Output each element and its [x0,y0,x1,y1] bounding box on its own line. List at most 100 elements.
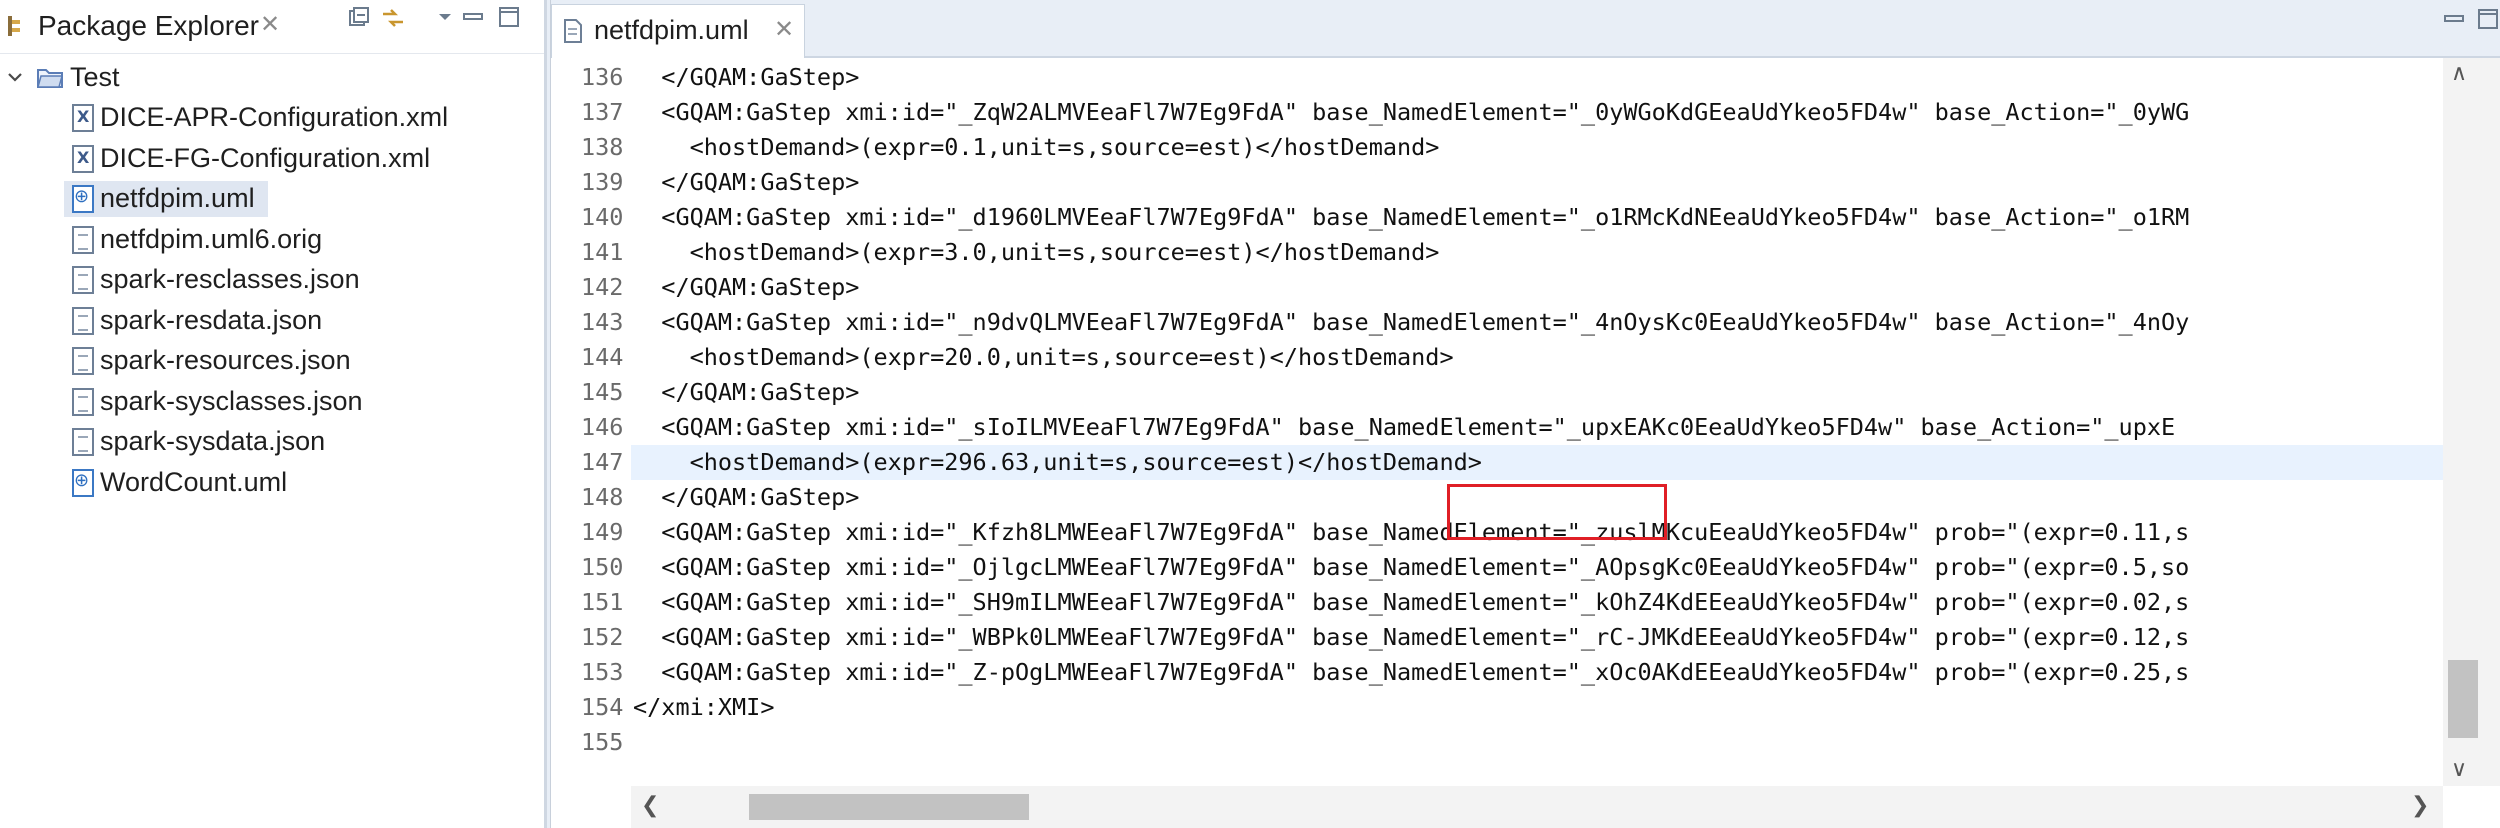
tree-item-file[interactable]: WordCount.uml [0,463,544,503]
line-number: 138 [581,133,624,161]
line-number: 150 [581,553,624,581]
code-line: 144 <hostDemand>(expr=20.0,unit=s,source… [551,340,2451,375]
text-file-icon [72,306,94,335]
package-explorer-tab-title[interactable]: Package Explorer [38,10,259,42]
tree-item-label: spark-sysdata.json [100,426,326,456]
code-line: 150 <GQAM:GaStep xmi:id="_OjlgcLMWEeaFl7… [551,550,2451,585]
code-line: 142 </GQAM:GaStep> [551,270,2451,305]
tree-item-file[interactable]: spark-resources.json [0,341,544,381]
line-number: 149 [581,518,624,546]
tree-item-file[interactable]: spark-sysdata.json [0,422,544,462]
line-number: 153 [581,658,624,686]
package-explorer-panel: Package Explorer ✕ Test X DICE-APR-Confi… [0,0,547,828]
scroll-left-arrow-icon[interactable]: ❮ [641,792,659,818]
code-line: 146 <GQAM:GaStep xmi:id="_sIoILMVEeaFl7W… [551,410,2451,445]
code-line: 154 </xmi:XMI> [551,690,2451,725]
code-line-text: </GQAM:GaStep> [633,378,860,406]
tree-item-file[interactable]: spark-resclasses.json [0,260,544,300]
line-number: 151 [581,588,624,616]
code-line: 151 <GQAM:GaStep xmi:id="_SH9mILMWEeaFl7… [551,585,2451,620]
minimize-icon[interactable] [2443,8,2465,36]
chevron-down-icon[interactable] [6,68,24,91]
xml-file-icon [72,144,94,173]
scroll-down-arrow-icon[interactable]: ∨ [2451,756,2467,782]
code-line: 152 <GQAM:GaStep xmi:id="_WBPk0LMWEeaFl7… [551,620,2451,655]
project-folder-icon [36,64,64,95]
file-icon [564,19,582,48]
tree-item-file[interactable]: DICE-APR-Configuration.xml [0,98,544,138]
tree-item-label: spark-resdata.json [100,304,323,335]
tree-item-file[interactable]: netfdpim.uml6.orig [0,220,544,260]
code-line: 147 <hostDemand>(expr=296.63,unit=s,sour… [581,445,2451,480]
tree-item-label: DICE-APR-Configuration.xml [100,102,449,132]
tree-item-file[interactable]: spark-resdata.json [0,301,544,341]
code-line-text: </GQAM:GaStep> [633,63,860,91]
tree-item-label: spark-resources.json [100,345,351,375]
code-line-text: <GQAM:GaStep xmi:id="_n9dvQLMVEeaFl7W7Eg… [633,308,2190,336]
editor-tabbar: netfdpim.uml ✕ [551,0,2500,58]
minimize-icon[interactable] [458,6,488,36]
code-line-text: </GQAM:GaStep> [633,483,860,511]
tree-item-label: WordCount.uml [100,466,288,497]
ide-window: Package Explorer ✕ Test X DICE-APR-Confi… [0,0,2500,828]
line-number: 146 [581,413,624,441]
code-line-text: <GQAM:GaStep xmi:id="_sIoILMVEeaFl7W7Eg9… [633,413,2176,441]
tree-item-file[interactable]: spark-sysclasses.json [0,382,544,422]
line-number: 144 [581,343,624,371]
tree-item-label: DICE-FG-Configuration.xml [100,142,431,173]
code-line-text: <GQAM:GaStep xmi:id="_ZqW2ALMVEeaFl7W7Eg… [633,98,2190,126]
line-number: 148 [581,483,624,511]
vertical-scrollbar-thumb[interactable] [2448,660,2478,738]
tree-item-label: Test [70,62,120,92]
tree-item-label: netfdpim.uml6.orig [100,223,323,254]
tree-item-label: spark-sysclasses.json [100,385,363,416]
code-line-text: <hostDemand>(expr=296.63,unit=s,source=e… [633,448,1482,476]
code-line: 136 </GQAM:GaStep> [551,60,2451,95]
tree-item-label: spark-resclasses.json [100,264,360,294]
horizontal-scrollbar-thumb[interactable] [749,794,1029,820]
line-number: 155 [581,728,624,756]
code-line-text: <GQAM:GaStep xmi:id="_Kfzh8LMWEeaFl7W7Eg… [633,518,2190,546]
line-number: 136 [581,63,624,91]
line-number: 147 [581,448,624,476]
code-line-text: </xmi:XMI> [633,693,775,721]
code-area[interactable]: 136 </GQAM:GaStep> 137 <GQAM:GaStep xmi:i… [551,58,2451,786]
package-explorer-icon [6,14,22,38]
code-line: 140 <GQAM:GaStep xmi:id="_d1960LMVEeaFl7… [551,200,2451,235]
collapse-all-icon[interactable] [344,6,374,36]
text-file-icon [72,347,94,375]
scroll-up-arrow-icon[interactable]: ∧ [2451,60,2467,86]
code-line-text: </GQAM:GaStep> [633,168,860,196]
uml-file-icon [72,185,94,213]
horizontal-scrollbar[interactable]: ❮ ❯ [631,786,2443,828]
line-number: 140 [581,203,624,231]
maximize-icon[interactable] [2477,8,2499,36]
line-number: 142 [581,273,624,301]
code-line: 143 <GQAM:GaStep xmi:id="_n9dvQLMVEeaFl7… [551,305,2451,340]
code-line-text: <GQAM:GaStep xmi:id="_SH9mILMWEeaFl7W7Eg… [633,588,2190,616]
uml-file-icon [72,468,94,497]
code-line: 141 <hostDemand>(expr=3.0,unit=s,source=… [551,235,2451,270]
scroll-right-arrow-icon[interactable]: ❯ [2411,792,2429,818]
code-line-text: <GQAM:GaStep xmi:id="_d1960LMVEeaFl7W7Eg… [633,203,2190,231]
code-line-text: <hostDemand>(expr=0.1,unit=s,source=est)… [633,133,1440,161]
tree-item-project[interactable]: Test [0,58,544,98]
maximize-icon[interactable] [494,6,524,36]
code-line: 145 </GQAM:GaStep> [551,375,2451,410]
close-icon[interactable]: ✕ [260,10,280,39]
text-file-icon [72,428,94,456]
tree-item-file[interactable]: DICE-FG-Configuration.xml [0,139,544,179]
text-file-icon [72,387,94,416]
view-menu-icon[interactable] [430,6,460,36]
code-line-text: <GQAM:GaStep xmi:id="_OjlgcLMWEeaFl7W7Eg… [633,553,2190,581]
line-number: 154 [581,693,624,721]
text-file-icon [72,266,94,294]
close-icon[interactable]: ✕ [774,15,794,44]
link-with-editor-icon[interactable] [378,6,408,36]
tree-item-file[interactable]: netfdpim.uml [0,179,544,219]
code-line-text: </GQAM:GaStep> [633,273,860,301]
line-number: 143 [581,308,624,336]
line-number: 137 [581,98,624,126]
editor-tab-label: netfdpim.uml [594,15,749,45]
editor-tab-netfdpim[interactable]: netfdpim.uml ✕ [551,4,805,58]
